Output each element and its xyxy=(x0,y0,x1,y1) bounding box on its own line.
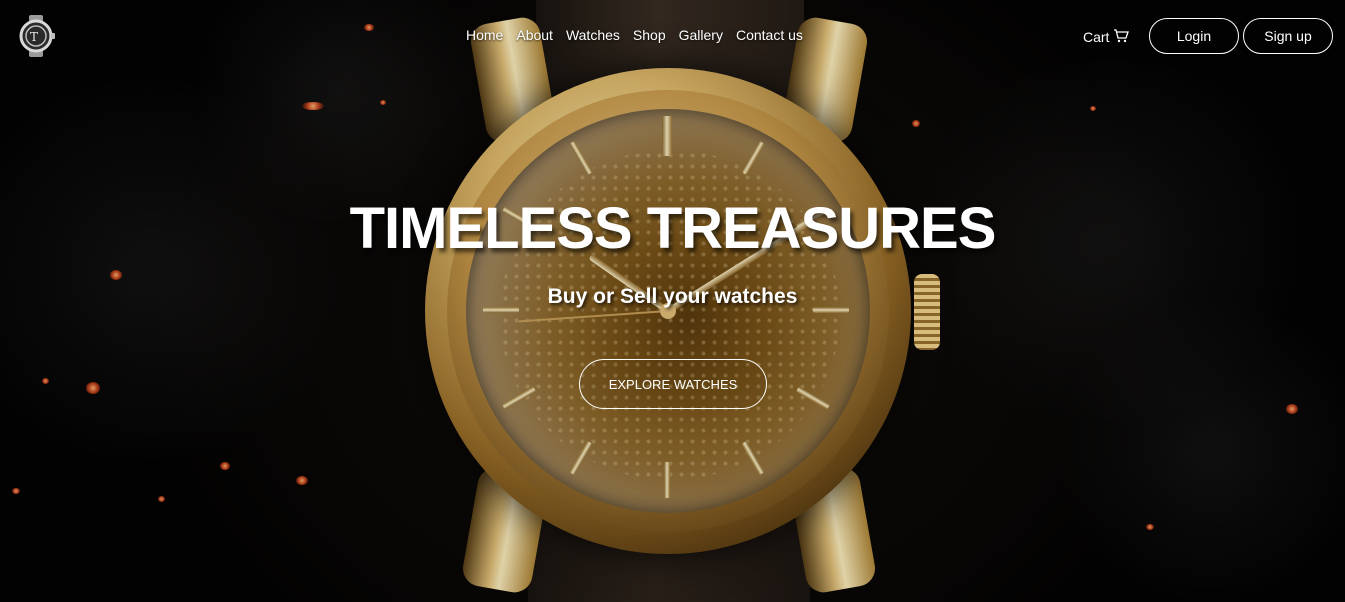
nav-about-link[interactable]: About xyxy=(516,27,553,43)
cart-label: Cart xyxy=(1083,28,1110,45)
cart-icon xyxy=(1113,27,1130,46)
nav-shop-link[interactable]: Shop xyxy=(633,27,666,43)
signup-button[interactable]: Sign up xyxy=(1243,18,1333,54)
explore-watches-button[interactable]: EXPLORE WATCHES xyxy=(579,359,767,409)
login-button[interactable]: Login xyxy=(1149,18,1239,54)
svg-text:T: T xyxy=(30,30,38,44)
hero-subtitle: Buy or Sell your watches xyxy=(547,285,798,308)
watch-logo-icon[interactable]: T xyxy=(16,14,56,58)
hero-section: T Home About Watches Shop Gallery Contac… xyxy=(0,0,1345,602)
nav-home-link[interactable]: Home xyxy=(466,27,503,43)
main-nav: Home About Watches Shop Gallery Contact … xyxy=(466,27,803,43)
nav-watches-link[interactable]: Watches xyxy=(566,27,620,43)
hero-title: TIMELESS TREASURES xyxy=(349,196,997,261)
nav-gallery-link[interactable]: Gallery xyxy=(679,27,723,43)
cart-link[interactable]: Cart xyxy=(1083,27,1130,46)
nav-contact-link[interactable]: Contact us xyxy=(736,27,803,43)
